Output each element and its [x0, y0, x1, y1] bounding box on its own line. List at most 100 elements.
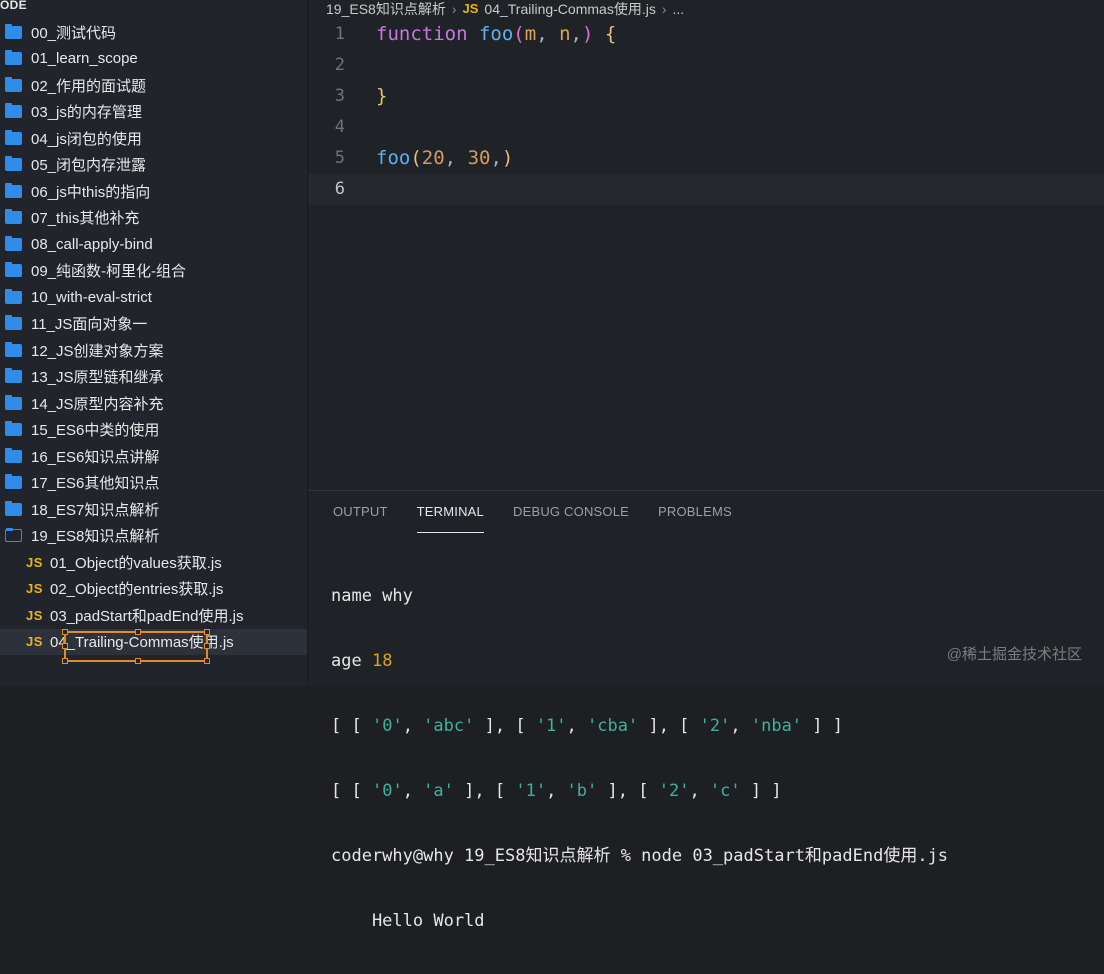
folder-icon: [5, 288, 22, 304]
terminal-text: ,: [474, 781, 495, 801]
terminal-text: ]: [453, 781, 475, 801]
terminal-text: ,: [730, 716, 751, 736]
keyword-token: function: [376, 23, 468, 45]
tree-item-label: 16_ES6知识点讲解: [31, 448, 160, 466]
folder-item[interactable]: 17_ES6其他知识点: [0, 470, 307, 497]
folder-icon: [5, 182, 22, 198]
terminal-string: '2': [699, 716, 731, 736]
folder-item[interactable]: 19_ES8知识点解析: [0, 523, 307, 550]
code-line: 2: [308, 50, 1104, 81]
folder-item[interactable]: 16_ES6知识点讲解: [0, 443, 307, 470]
folder-item[interactable]: 14_JS原型内容补充: [0, 390, 307, 417]
tree-item-label: 01_Object的values获取.js: [50, 554, 222, 572]
terminal-string: '0': [371, 781, 403, 801]
folder-icon: [5, 474, 22, 490]
terminal-line: coderwhy@why 19_ES8知识点解析 % node 03_padSt…: [331, 846, 949, 866]
terminal-text: ,: [566, 716, 588, 736]
terminal-string: 'cba': [587, 716, 639, 736]
folder-item[interactable]: 13_JS原型链和继承: [0, 364, 307, 391]
folder-item[interactable]: 12_JS创建对象方案: [0, 337, 307, 364]
terminal-line: [ [ '0', 'a' ], [ '1', 'b' ], [ '2', 'c'…: [331, 779, 948, 804]
file-tree: 00_测试代码 01_learn_scope 02_作用的面试题 03_js的内存管理…: [0, 19, 307, 655]
folder-item[interactable]: 03_js的内存管理: [0, 99, 307, 126]
file-item[interactable]: JS 04_Trailing-Commas使用.js: [0, 628, 307, 655]
folder-icon: [5, 103, 22, 119]
folder-item[interactable]: 04_js闭包的使用: [0, 125, 307, 152]
terminal-string: 'a': [423, 781, 454, 801]
terminal-text: [: [351, 781, 372, 801]
terminal-output[interactable]: name why age 18 [ [ '0', 'abc' ], [ '1',…: [331, 544, 948, 974]
line-number: 1: [334, 24, 345, 44]
code-area[interactable]: 1 function foo(m, n,) { 2 3 } 4 5 foo(20…: [308, 19, 1104, 205]
chevron-right-icon: ›: [451, 0, 457, 17]
code-line: 4: [308, 112, 1104, 143]
js-file-icon: JS: [26, 581, 43, 597]
folder-icon: [5, 421, 22, 437]
tree-item-label: 04_Trailing-Commas使用.js: [50, 634, 234, 652]
paren-token: (: [410, 147, 422, 169]
panel-tabs: OUTPUT TERMINAL DEBUG CONSOLE PROBLEMS: [308, 491, 1104, 533]
breadcrumb-file[interactable]: 04_Trailing-Commas使用.js: [484, 0, 655, 19]
code-editor[interactable]: 19_ES8知识点解析 › JS 04_Trailing-Commas使用.js…: [308, 0, 1104, 490]
paren-token: ): [582, 23, 594, 45]
folder-item[interactable]: 06_js中this的指向: [0, 178, 307, 205]
folder-icon: [5, 129, 22, 145]
tab-output[interactable]: OUTPUT: [333, 491, 388, 533]
terminal-line: age 18: [331, 649, 948, 674]
terminal-text: ,: [658, 716, 680, 736]
comma-token: ,: [444, 147, 468, 169]
folder-icon: [5, 500, 22, 516]
terminal-text: ]: [740, 781, 762, 801]
folder-icon: [5, 341, 22, 357]
function-name-token: foo: [478, 23, 514, 45]
tab-terminal[interactable]: TERMINAL: [416, 491, 485, 533]
terminal-line: [ [ '0', 'abc' ], [ '1', 'cba' ], [ '2',…: [331, 714, 948, 739]
folder-item[interactable]: 05_闭包内存泄露: [0, 152, 307, 179]
line-number: 4: [334, 117, 345, 137]
folder-icon: [5, 76, 22, 92]
folder-open-icon: [5, 528, 22, 543]
terminal-string: '2': [658, 781, 690, 801]
file-item[interactable]: JS 03_padStart和padEnd使用.js: [0, 602, 307, 629]
explorer-sidebar: ODE 00_测试代码 01_learn_scope 02_作用的面试题 03_js的…: [0, 0, 308, 686]
folder-item[interactable]: 01_learn_scope: [0, 46, 307, 73]
breadcrumb-folder[interactable]: 19_ES8知识点解析: [326, 0, 446, 19]
function-name-token: foo: [376, 147, 411, 169]
code-line: 3 }: [308, 81, 1104, 112]
chevron-right-icon: ›: [661, 0, 667, 17]
terminal-text: [: [494, 781, 516, 801]
file-item[interactable]: JS 01_Object的values获取.js: [0, 549, 307, 576]
terminal-text: ,: [494, 716, 516, 736]
folder-item[interactable]: 11_JS面向对象一: [0, 311, 307, 338]
comma-token: ,: [490, 147, 502, 169]
tab-problems[interactable]: PROBLEMS: [658, 491, 732, 533]
terminal-string: 'nba': [750, 716, 803, 736]
folder-icon: [5, 368, 22, 384]
line-number: 6: [334, 179, 345, 199]
folder-item[interactable]: 08_call-apply-bind: [0, 231, 307, 258]
watermark: @稀土掘金技术社区: [946, 646, 1082, 663]
tree-item-label: 09_纯函数-柯里化-组合: [31, 263, 187, 281]
folder-item[interactable]: 00_测试代码: [0, 19, 307, 46]
terminal-text: ,: [689, 781, 710, 801]
folder-item[interactable]: 18_ES7知识点解析: [0, 496, 307, 523]
folder-item[interactable]: 07_this其他补充: [0, 205, 307, 232]
comma-token: ,: [536, 23, 560, 45]
folder-item[interactable]: 09_纯函数-柯里化-组合: [0, 258, 307, 285]
line-number: 2: [334, 55, 345, 75]
folder-icon: [5, 394, 22, 410]
file-item[interactable]: JS 02_Object的entries获取.js: [0, 576, 307, 603]
tree-item-label: 10_with-eval-strict: [31, 288, 152, 306]
tree-item-label: 03_padStart和padEnd使用.js: [50, 607, 244, 625]
tree-item-label: 01_learn_scope: [31, 50, 138, 68]
folder-item[interactable]: 15_ES6中类的使用: [0, 417, 307, 444]
terminal-text: ]: [638, 716, 659, 736]
folder-item[interactable]: 02_作用的面试题: [0, 72, 307, 99]
folder-item[interactable]: 10_with-eval-strict: [0, 284, 307, 311]
breadcrumb-more[interactable]: ...: [673, 1, 685, 17]
tree-item-label: 18_ES7知识点解析: [31, 501, 160, 519]
terminal-line: Hello World: [331, 911, 485, 931]
paren-token: (: [513, 23, 525, 45]
tree-item-label: 00_测试代码: [31, 24, 117, 42]
tab-debug-console[interactable]: DEBUG CONSOLE: [513, 491, 629, 533]
